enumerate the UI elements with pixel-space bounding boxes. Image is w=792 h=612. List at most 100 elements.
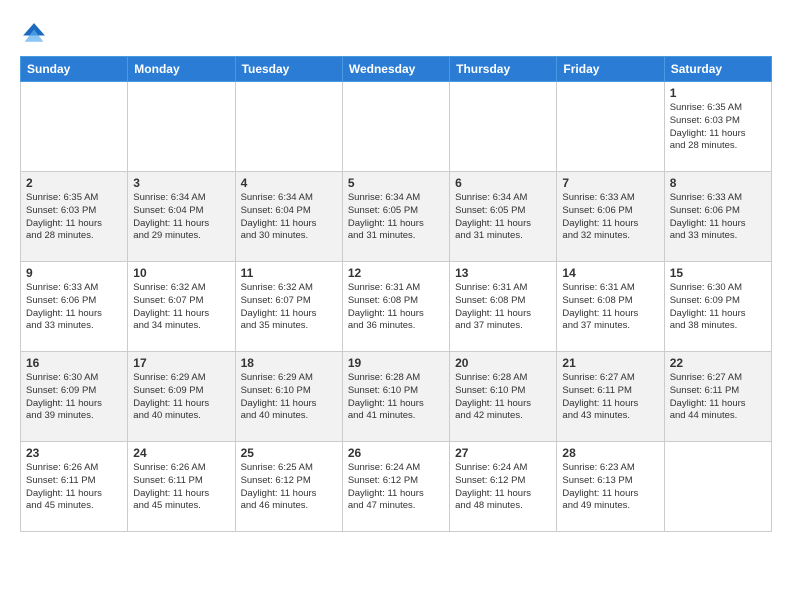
day-info: Sunrise: 6:32 AM Sunset: 6:07 PM Dayligh… <box>241 282 337 333</box>
day-number: 21 <box>562 356 658 370</box>
day-number: 17 <box>133 356 229 370</box>
calendar-cell <box>450 82 557 172</box>
calendar-cell: 21 Sunrise: 6:27 AM Sunset: 6:11 PM Dayli… <box>557 352 664 442</box>
calendar-cell: 5 Sunrise: 6:34 AM Sunset: 6:05 PM Daylig… <box>342 172 449 262</box>
calendar-cell: 24 Sunrise: 6:26 AM Sunset: 6:11 PM Dayli… <box>128 442 235 532</box>
weekday-header-saturday: Saturday <box>664 57 771 82</box>
day-number: 11 <box>241 266 337 280</box>
weekday-header-row: SundayMondayTuesdayWednesdayThursdayFrid… <box>21 57 772 82</box>
day-info: Sunrise: 6:35 AM Sunset: 6:03 PM Dayligh… <box>670 102 766 153</box>
day-info: Sunrise: 6:34 AM Sunset: 6:04 PM Dayligh… <box>241 192 337 243</box>
day-number: 25 <box>241 446 337 460</box>
calendar-cell: 23 Sunrise: 6:26 AM Sunset: 6:11 PM Dayli… <box>21 442 128 532</box>
calendar-cell: 10 Sunrise: 6:32 AM Sunset: 6:07 PM Dayli… <box>128 262 235 352</box>
calendar-cell: 14 Sunrise: 6:31 AM Sunset: 6:08 PM Dayli… <box>557 262 664 352</box>
calendar-cell: 9 Sunrise: 6:33 AM Sunset: 6:06 PM Daylig… <box>21 262 128 352</box>
calendar-cell: 15Sunrise: 6:30 AM Sunset: 6:09 PM Dayli… <box>664 262 771 352</box>
calendar-week-row: 16Sunrise: 6:30 AM Sunset: 6:09 PM Dayli… <box>21 352 772 442</box>
calendar-cell: 8 Sunrise: 6:33 AM Sunset: 6:06 PM Daylig… <box>664 172 771 262</box>
weekday-header-tuesday: Tuesday <box>235 57 342 82</box>
day-info: Sunrise: 6:30 AM Sunset: 6:09 PM Dayligh… <box>670 282 766 333</box>
header <box>20 20 772 48</box>
weekday-header-friday: Friday <box>557 57 664 82</box>
calendar-cell: 19 Sunrise: 6:28 AM Sunset: 6:10 PM Dayli… <box>342 352 449 442</box>
calendar-cell: 12 Sunrise: 6:31 AM Sunset: 6:08 PM Dayli… <box>342 262 449 352</box>
day-info: Sunrise: 6:28 AM Sunset: 6:10 PM Dayligh… <box>455 372 551 423</box>
day-info: Sunrise: 6:32 AM Sunset: 6:07 PM Dayligh… <box>133 282 229 333</box>
day-number: 19 <box>348 356 444 370</box>
calendar-week-row: 23 Sunrise: 6:26 AM Sunset: 6:11 PM Dayli… <box>21 442 772 532</box>
day-info: Sunrise: 6:28 AM Sunset: 6:10 PM Dayligh… <box>348 372 444 423</box>
day-number: 9 <box>26 266 122 280</box>
day-number: 16 <box>26 356 122 370</box>
calendar-cell: 17Sunrise: 6:29 AM Sunset: 6:09 PM Dayli… <box>128 352 235 442</box>
calendar-cell <box>235 82 342 172</box>
day-number: 4 <box>241 176 337 190</box>
day-number: 24 <box>133 446 229 460</box>
day-info: Sunrise: 6:34 AM Sunset: 6:04 PM Dayligh… <box>133 192 229 243</box>
day-info: Sunrise: 6:24 AM Sunset: 6:12 PM Dayligh… <box>348 462 444 513</box>
calendar-cell: 18Sunrise: 6:29 AM Sunset: 6:10 PM Dayli… <box>235 352 342 442</box>
day-info: Sunrise: 6:33 AM Sunset: 6:06 PM Dayligh… <box>26 282 122 333</box>
day-number: 26 <box>348 446 444 460</box>
calendar-cell <box>21 82 128 172</box>
day-info: Sunrise: 6:31 AM Sunset: 6:08 PM Dayligh… <box>455 282 551 333</box>
day-number: 14 <box>562 266 658 280</box>
day-number: 23 <box>26 446 122 460</box>
day-info: Sunrise: 6:23 AM Sunset: 6:13 PM Dayligh… <box>562 462 658 513</box>
weekday-header-wednesday: Wednesday <box>342 57 449 82</box>
calendar-week-row: 1 Sunrise: 6:35 AM Sunset: 6:03 PM Daylig… <box>21 82 772 172</box>
day-info: Sunrise: 6:35 AM Sunset: 6:03 PM Dayligh… <box>26 192 122 243</box>
day-info: Sunrise: 6:33 AM Sunset: 6:06 PM Dayligh… <box>670 192 766 243</box>
calendar-cell: 2 Sunrise: 6:35 AM Sunset: 6:03 PM Daylig… <box>21 172 128 262</box>
day-info: Sunrise: 6:24 AM Sunset: 6:12 PM Dayligh… <box>455 462 551 513</box>
logo-icon <box>20 20 48 48</box>
day-info: Sunrise: 6:31 AM Sunset: 6:08 PM Dayligh… <box>348 282 444 333</box>
day-info: Sunrise: 6:27 AM Sunset: 6:11 PM Dayligh… <box>562 372 658 423</box>
calendar-cell: 13 Sunrise: 6:31 AM Sunset: 6:08 PM Dayli… <box>450 262 557 352</box>
calendar-cell: 28 Sunrise: 6:23 AM Sunset: 6:13 PM Dayli… <box>557 442 664 532</box>
day-info: Sunrise: 6:34 AM Sunset: 6:05 PM Dayligh… <box>348 192 444 243</box>
calendar-cell: 25 Sunrise: 6:25 AM Sunset: 6:12 PM Dayli… <box>235 442 342 532</box>
calendar-cell <box>664 442 771 532</box>
calendar-cell <box>557 82 664 172</box>
calendar-cell: 20 Sunrise: 6:28 AM Sunset: 6:10 PM Dayli… <box>450 352 557 442</box>
day-number: 27 <box>455 446 551 460</box>
day-info: Sunrise: 6:25 AM Sunset: 6:12 PM Dayligh… <box>241 462 337 513</box>
calendar-cell: 26 Sunrise: 6:24 AM Sunset: 6:12 PM Dayli… <box>342 442 449 532</box>
calendar-cell: 4 Sunrise: 6:34 AM Sunset: 6:04 PM Daylig… <box>235 172 342 262</box>
day-number: 5 <box>348 176 444 190</box>
day-number: 22 <box>670 356 766 370</box>
calendar-cell: 1 Sunrise: 6:35 AM Sunset: 6:03 PM Daylig… <box>664 82 771 172</box>
day-number: 28 <box>562 446 658 460</box>
weekday-header-sunday: Sunday <box>21 57 128 82</box>
calendar-cell: 11 Sunrise: 6:32 AM Sunset: 6:07 PM Dayli… <box>235 262 342 352</box>
calendar-cell: 22 Sunrise: 6:27 AM Sunset: 6:11 PM Dayli… <box>664 352 771 442</box>
calendar-cell: 27 Sunrise: 6:24 AM Sunset: 6:12 PM Dayli… <box>450 442 557 532</box>
calendar-table: SundayMondayTuesdayWednesdayThursdayFrid… <box>20 56 772 532</box>
day-info: Sunrise: 6:33 AM Sunset: 6:06 PM Dayligh… <box>562 192 658 243</box>
day-number: 1 <box>670 86 766 100</box>
day-info: Sunrise: 6:26 AM Sunset: 6:11 PM Dayligh… <box>26 462 122 513</box>
day-info: Sunrise: 6:27 AM Sunset: 6:11 PM Dayligh… <box>670 372 766 423</box>
day-number: 2 <box>26 176 122 190</box>
weekday-header-monday: Monday <box>128 57 235 82</box>
day-number: 12 <box>348 266 444 280</box>
day-number: 7 <box>562 176 658 190</box>
day-number: 10 <box>133 266 229 280</box>
day-info: Sunrise: 6:34 AM Sunset: 6:05 PM Dayligh… <box>455 192 551 243</box>
day-number: 20 <box>455 356 551 370</box>
day-number: 13 <box>455 266 551 280</box>
day-number: 18 <box>241 356 337 370</box>
day-number: 8 <box>670 176 766 190</box>
calendar-cell: 16Sunrise: 6:30 AM Sunset: 6:09 PM Dayli… <box>21 352 128 442</box>
day-info: Sunrise: 6:31 AM Sunset: 6:08 PM Dayligh… <box>562 282 658 333</box>
day-info: Sunrise: 6:26 AM Sunset: 6:11 PM Dayligh… <box>133 462 229 513</box>
day-number: 6 <box>455 176 551 190</box>
logo <box>20 20 52 48</box>
calendar-cell: 7 Sunrise: 6:33 AM Sunset: 6:06 PM Daylig… <box>557 172 664 262</box>
calendar-week-row: 9 Sunrise: 6:33 AM Sunset: 6:06 PM Daylig… <box>21 262 772 352</box>
calendar-week-row: 2 Sunrise: 6:35 AM Sunset: 6:03 PM Daylig… <box>21 172 772 262</box>
calendar-cell <box>128 82 235 172</box>
day-number: 3 <box>133 176 229 190</box>
